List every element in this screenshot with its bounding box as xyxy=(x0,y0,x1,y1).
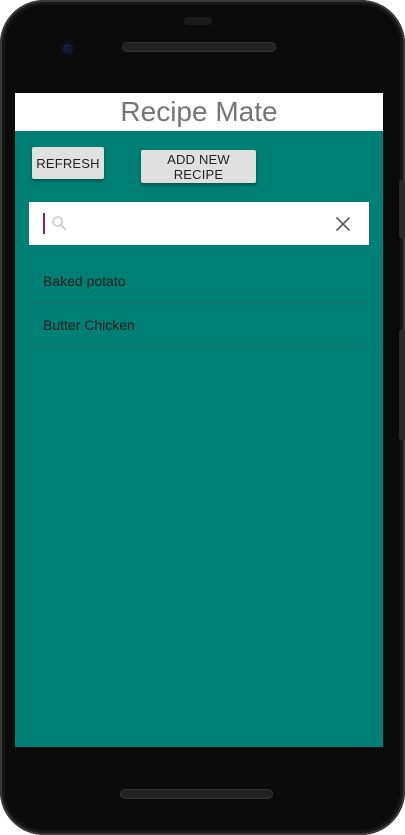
front-camera-icon xyxy=(60,41,76,57)
bottom-speaker xyxy=(120,789,273,799)
text-cursor xyxy=(43,213,45,234)
power-button xyxy=(399,180,405,238)
search-icon xyxy=(52,216,67,231)
search-bar[interactable] xyxy=(29,202,369,245)
earpiece-speaker xyxy=(122,42,276,52)
app-screen: Recipe Mate REFRESH ADD NEW RECIPE Baked… xyxy=(15,93,383,747)
volume-button xyxy=(399,330,405,440)
close-icon[interactable] xyxy=(334,215,352,233)
phone-frame: Recipe Mate REFRESH ADD NEW RECIPE Baked… xyxy=(0,0,405,835)
refresh-button[interactable]: REFRESH xyxy=(32,147,104,179)
proximity-sensor xyxy=(184,17,212,25)
app-header: Recipe Mate xyxy=(15,93,383,131)
list-item[interactable]: Baked potato xyxy=(29,259,369,303)
list-item[interactable]: Butter Chicken xyxy=(29,303,369,347)
recipe-list: Baked potato Butter Chicken xyxy=(29,259,369,347)
search-input[interactable] xyxy=(73,210,323,237)
app-title: Recipe Mate xyxy=(120,96,278,127)
add-new-recipe-button[interactable]: ADD NEW RECIPE xyxy=(141,150,256,183)
